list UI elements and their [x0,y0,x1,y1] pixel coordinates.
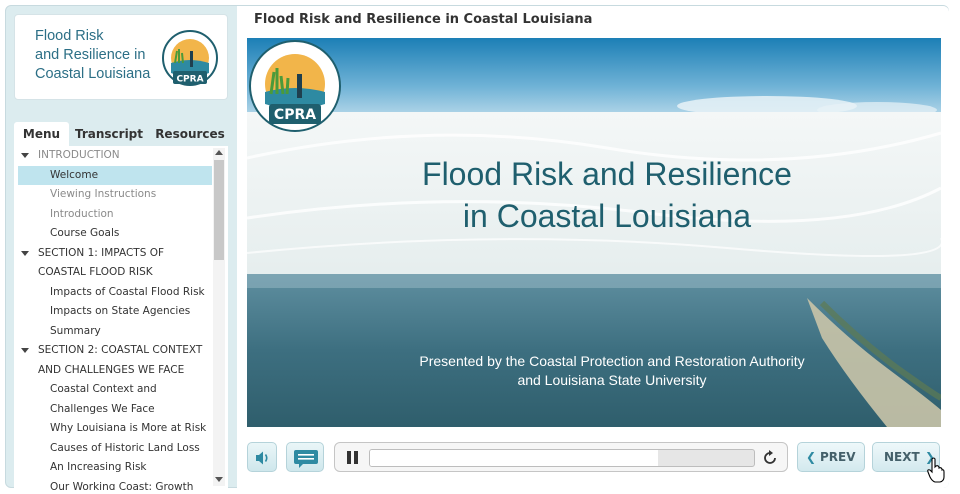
slide-title: Flood Risk and Resilience in Coastal Lou… [247,153,941,237]
logo-title: Flood Risk and Resilience in Coastal Lou… [35,27,175,84]
sidebar: Flood Risk and Resilience in Coastal Lou… [14,14,228,490]
menu-item[interactable]: Causes of Historic Land Loss [14,439,212,459]
speaker-icon [256,451,268,465]
slide-title-line-2: in Coastal Louisiana [462,198,752,234]
hand-cursor-icon [927,457,945,483]
menu-item-label: INTRODUCTION [38,149,120,161]
slide-title-line-1: Flood Risk and Resilience [422,156,792,192]
menu-item-label: An Increasing Risk [50,461,147,473]
sidebar-tabs: Menu Transcript Resources [14,122,228,146]
replay-icon[interactable] [761,449,779,467]
playback-bar [334,442,788,472]
prev-button[interactable]: ❮ PREV [797,442,865,472]
menu-item[interactable]: Welcome [18,165,212,185]
menu-item-label: Viewing Instructions [50,188,157,200]
menu-item[interactable]: Impacts of Coastal Flood Risk [14,283,212,303]
tab-transcript[interactable]: Transcript [73,122,145,146]
menu-panel: INTRODUCTION Welcome Viewing Instructions I… [14,146,228,490]
menu-list: INTRODUCTION Welcome Viewing Instructions I… [14,146,212,490]
menu-item[interactable]: Impacts on State Agencies [14,302,212,322]
menu-item-label: Our Working Coast: Growth [50,480,194,491]
course-logo: Flood Risk and Resilience in Coastal Lou… [14,14,228,100]
menu-section[interactable]: SECTION 1: IMPACTS OF COASTAL FLOOD RISK [14,244,212,283]
scroll-down-icon[interactable] [215,477,223,482]
presented-line-2: and Louisiana State University [517,372,707,388]
chevron-left-icon: ❮ [806,450,817,464]
menu-item-label: Impacts on State Agencies [50,305,191,317]
page-title: Flood Risk and Resilience in Coastal Lou… [254,12,593,27]
cpra-seal-icon: CPRA [162,30,218,86]
presented-line-1: Presented by the Coastal Protection and … [419,353,805,369]
menu-item-label: Introduction [50,207,114,220]
menu-item[interactable]: Why Louisiana is More at Risk [14,419,212,439]
scroll-thumb[interactable] [214,160,224,260]
caret-down-icon [21,348,29,353]
menu-item-label: SECTION 2: COASTAL CONTEXT AND CHALLENGE… [38,344,203,376]
menu-item-label: Why Louisiana is More at Risk [50,422,207,434]
menu-scrollbar[interactable] [213,148,225,486]
menu-item-label: SECTION 1: IMPACTS OF COASTAL FLOOD RISK [38,246,165,279]
menu-item-label: Impacts of Coastal Flood Risk [50,285,205,298]
menu-item[interactable]: Introduction [14,205,212,225]
progress-track[interactable] [369,449,755,467]
logo-seal-text: CPRA [176,75,203,85]
logo-line-2: and Resilience in [35,47,146,63]
menu-item[interactable]: An Increasing Risk [14,458,212,478]
caret-down-icon [21,250,29,256]
menu-item[interactable]: Course Goals [14,224,212,244]
captions-icon [294,450,318,468]
captions-button[interactable] [286,442,324,472]
menu-item[interactable]: Our Working Coast: Growth [14,478,212,491]
prev-label: PREV [820,450,856,464]
tab-menu[interactable]: Menu [14,122,69,146]
slide-stage: Flood Risk and Resilience in Coastal Lou… [247,38,941,427]
menu-item-label: Summary [50,324,101,337]
caret-down-icon [21,153,29,158]
logo-line-3: Coastal Louisiana [35,66,151,82]
tab-resources[interactable]: Resources [152,122,228,146]
menu-section[interactable]: SECTION 2: COASTAL CONTEXT AND CHALLENGE… [14,341,212,380]
slide-seal-text: CPRA [274,107,316,123]
pause-icon[interactable] [347,451,359,464]
menu-section[interactable]: INTRODUCTION [14,146,212,166]
progress-fill [370,450,658,466]
menu-item-label: Course Goals [50,227,120,239]
menu-item-label: Coastal Context and Challenges We Face [50,383,157,415]
menu-item-label: Causes of Historic Land Loss [50,441,200,454]
logo-line-1: Flood Risk [35,28,104,44]
menu-item[interactable]: Viewing Instructions [14,185,212,205]
audio-button[interactable] [247,442,277,472]
menu-item[interactable]: Coastal Context and Challenges We Face [14,380,212,419]
menu-item[interactable]: Summary [14,322,212,342]
next-label: NEXT [884,450,920,464]
scroll-up-icon[interactable] [215,150,223,155]
cpra-slide-seal-icon: CPRA [249,40,341,132]
menu-item-label: Welcome [50,168,99,181]
slide-presented-by: Presented by the Coastal Protection and … [387,352,837,390]
